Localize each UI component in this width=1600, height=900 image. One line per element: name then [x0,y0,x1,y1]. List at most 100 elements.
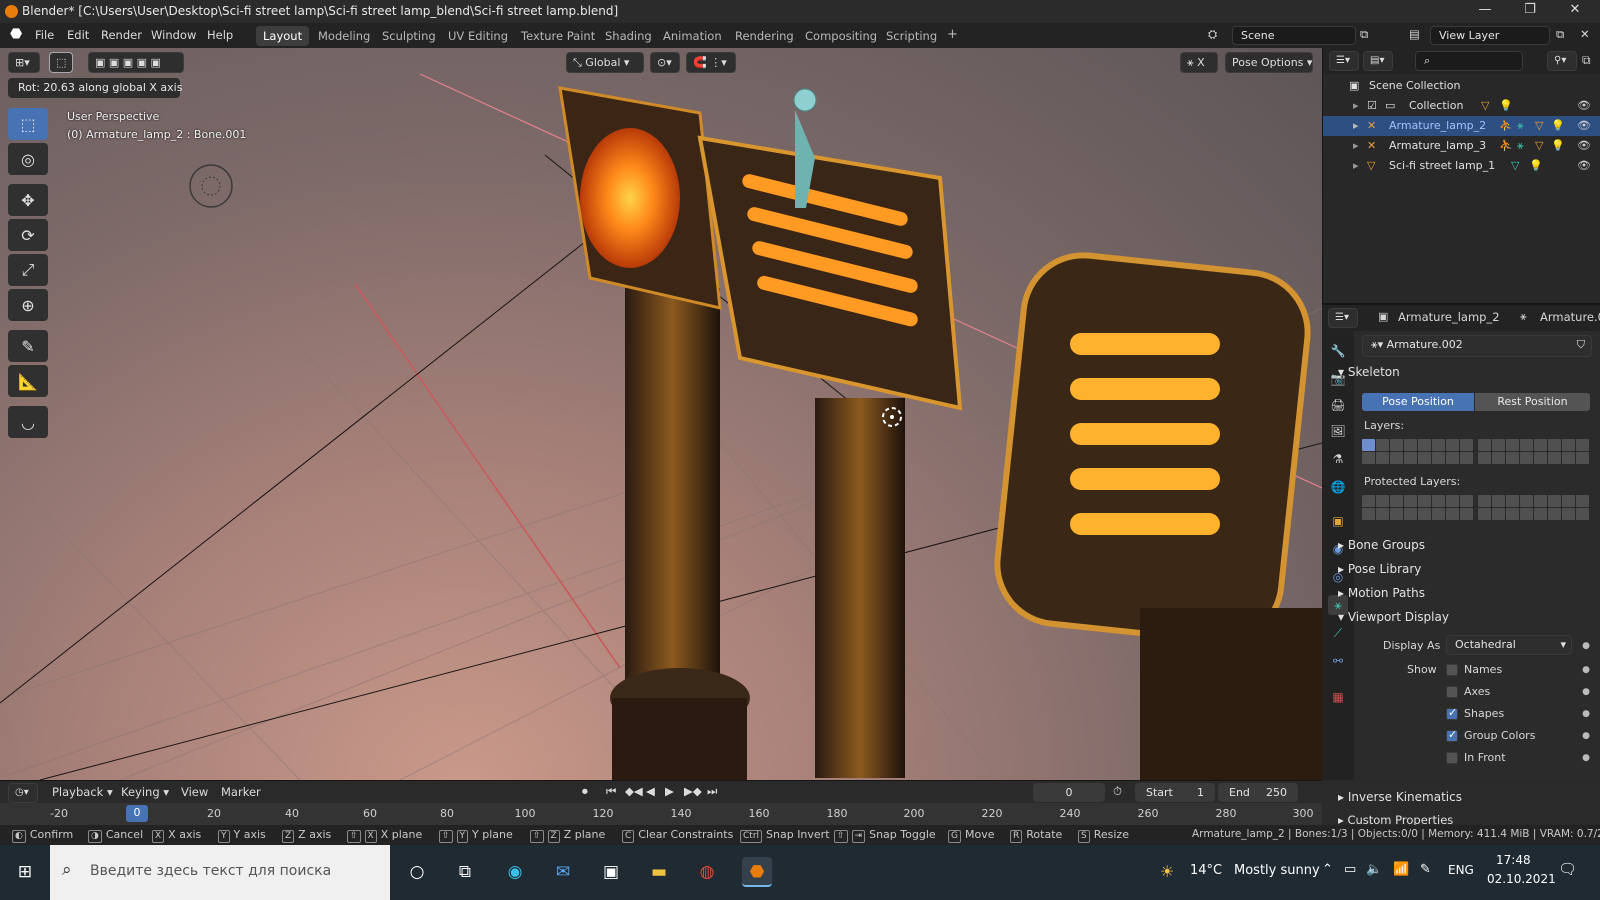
bone-layers-grid-a[interactable] [1362,439,1473,464]
animate-property-dot[interactable]: ● [1582,687,1590,697]
visibility-eye-icon[interactable]: 👁 [1577,159,1591,172]
menu-file[interactable]: File [35,28,54,42]
group-colors-checkbox[interactable] [1446,728,1458,742]
tool-tab-icon[interactable]: 🔧 [1328,341,1348,361]
play-icon[interactable]: ▶ [665,784,674,798]
select-box-tool-icon[interactable]: ⬚ [8,108,48,140]
outliner-scene-collection[interactable]: ▣ Scene Collection [1323,76,1600,96]
transform-tool-icon[interactable]: ⊕ [8,289,48,321]
input-language[interactable]: ENG [1448,863,1474,877]
pose-library-panel-toggle[interactable]: ▸ Pose Library [1338,562,1421,576]
view-menu[interactable]: View [181,785,208,799]
inverse-kinematics-panel-toggle[interactable]: ▸ Inverse Kinematics [1338,790,1462,804]
minimize-button[interactable]: — [1465,2,1505,21]
timeline-editor-type[interactable]: ◷▾ [8,783,38,803]
cursor-tool-icon[interactable]: ◎ [8,143,48,175]
remove-view-layer-icon[interactable]: ✕ [1580,27,1590,41]
outliner-search-input[interactable]: ⌕ [1415,51,1523,71]
move-tool-icon[interactable]: ✥ [8,184,48,216]
viewport-display-panel-toggle[interactable]: ▾ Viewport Display [1338,610,1449,624]
task-view-icon[interactable]: ⧉ [450,857,480,887]
tab-texture-paint[interactable]: Texture Paint [514,26,602,46]
visibility-eye-icon[interactable]: 👁 [1577,139,1591,152]
editor-type-menu[interactable]: ⊞▾ [8,52,40,73]
names-checkbox[interactable] [1446,664,1458,676]
pose-options-menu[interactable]: Pose Options ▾ [1225,52,1313,73]
display-mode-menu[interactable]: ▤▾ [1363,51,1393,71]
tab-uv-editing[interactable]: UV Editing [441,26,515,46]
file-explorer-icon[interactable]: ▬ [644,857,674,887]
xray-toggle[interactable]: ⚹ X [1180,52,1218,73]
animate-property-dot[interactable]: ● [1582,665,1590,675]
current-frame-field[interactable]: 0 [1033,783,1105,802]
blender-menu-icon[interactable]: ⬣ [10,26,22,42]
visibility-eye-icon[interactable]: 👁 [1577,99,1591,112]
outliner-row-armature-lamp-3[interactable]: ▸ ✕ Armature_lamp_3 ⛹ ⚹ ▽ 💡 👁 [1323,136,1600,156]
weather-temperature[interactable]: 14°C [1190,863,1222,878]
motion-paths-panel-toggle[interactable]: ▸ Motion Paths [1338,586,1425,600]
texture-tab-icon[interactable]: ▦ [1328,687,1348,707]
rotate-tool-icon[interactable]: ⟳ [8,219,48,251]
tab-animation[interactable]: Animation [656,26,729,46]
bone-layers-grid-b[interactable] [1478,439,1589,464]
in-front-checkbox[interactable] [1446,752,1458,764]
animate-property-dot[interactable]: ● [1582,709,1590,719]
measure-tool-icon[interactable]: 📐 [8,365,48,397]
animate-property-dot[interactable]: ● [1582,731,1590,741]
playhead-frame-indicator[interactable]: 0 [126,805,148,822]
scale-tool-icon[interactable]: ⤢ [8,254,48,286]
clock-date[interactable]: 02.10.2021 [1487,872,1556,886]
fake-user-shield-icon[interactable]: ⛉ [1577,338,1585,352]
animate-property-dot[interactable]: ● [1582,641,1590,651]
protected-layers-grid-b[interactable] [1478,495,1589,520]
bone-groups-panel-toggle[interactable]: ▸ Bone Groups [1338,538,1425,552]
scene-selector[interactable]: Scene [1232,26,1356,45]
pen-icon[interactable]: ✎ [1420,862,1431,877]
weather-description[interactable]: Mostly sunny [1234,863,1320,878]
jump-end-icon[interactable]: ⏭ [707,784,717,799]
record-keyframe-icon[interactable]: ⏺ [582,784,588,799]
expand-arrow-icon[interactable]: ▸ [1353,139,1359,152]
next-keyframe-icon[interactable]: ▶◆ [684,784,702,798]
expand-arrow-icon[interactable]: ▸ [1353,119,1359,132]
outliner-row-collection[interactable]: ▸ ☑ ▭ Collection ▽ 💡 👁 [1323,96,1600,116]
annotate-tool-icon[interactable]: ✎ [8,330,48,362]
jump-start-icon[interactable]: ⏮ [606,784,616,799]
transform-orientation-select[interactable]: ⤡ Global ▾ [566,52,644,73]
keying-menu[interactable]: Keying ▾ [121,785,169,799]
outliner-row-armature-lamp-2[interactable]: ▸ ✕ Armature_lamp_2 ⛹ ⚹ ▽ 💡 👁 [1323,116,1600,136]
axes-checkbox[interactable] [1446,686,1458,698]
tab-compositing[interactable]: Compositing [798,26,884,46]
menu-render[interactable]: Render [101,28,142,42]
tab-layout[interactable]: Layout [256,26,310,46]
volume-icon[interactable]: 🔈 [1366,862,1382,877]
taskbar-search-box[interactable]: ⌕ Введите здесь текст для поиска [50,845,390,900]
filter-menu[interactable]: ⚲▾ [1547,51,1577,71]
frame-ruler[interactable]: -20 0 20 40 60 80 100 120 140 160 180 20… [0,803,1322,825]
pivot-point-menu[interactable]: ⊙▾ [650,52,680,73]
output-tab-icon[interactable]: 🖨 [1328,395,1348,415]
bone-constraint-tab-icon[interactable]: ⚯ [1328,651,1348,671]
3d-viewport[interactable]: ⊞▾ ⬚ ▣ ▣ ▣ ▣ ▣ ⤡ Global ▾ ⊙▾ 🧲 ⋮▾ ⚹ X Po… [0,48,1322,780]
marker-menu[interactable]: Marker [221,785,261,799]
expand-arrow-icon[interactable]: ▸ [1353,99,1359,112]
add-workspace-button[interactable]: + [940,24,965,44]
properties-editor-type[interactable]: ☰▾ [1328,308,1358,328]
tab-sculpting[interactable]: Sculpting [375,26,443,46]
select-mode-icon[interactable]: ⬚ [49,52,73,73]
battery-icon[interactable]: ▭ [1344,862,1356,877]
windows-start-icon[interactable]: ⊞ [10,857,40,887]
store-icon[interactable]: ▣ [596,857,626,887]
stopwatch-icon[interactable]: ⏱ [1113,784,1122,799]
tab-modeling[interactable]: Modeling [311,26,377,46]
outliner-row-sci-fi-street-lamp[interactable]: ▸ ▽ Sci-fi street lamp_1 ▽ 💡 👁 [1323,156,1600,176]
new-scene-icon[interactable]: ⧉ [1360,27,1368,42]
tab-rendering[interactable]: Rendering [728,26,801,46]
skeleton-panel-toggle[interactable]: ▾ Skeleton [1338,365,1400,379]
new-view-layer-icon[interactable]: ⧉ [1556,27,1564,42]
blender-taskbar-icon[interactable]: ⬣ [742,857,772,887]
collection-checkbox-icon[interactable]: ☑ [1367,99,1377,112]
cortana-icon[interactable]: ○ [402,857,432,887]
animate-property-dot[interactable]: ● [1582,753,1590,763]
view-layer-selector[interactable]: View Layer [1430,26,1550,45]
